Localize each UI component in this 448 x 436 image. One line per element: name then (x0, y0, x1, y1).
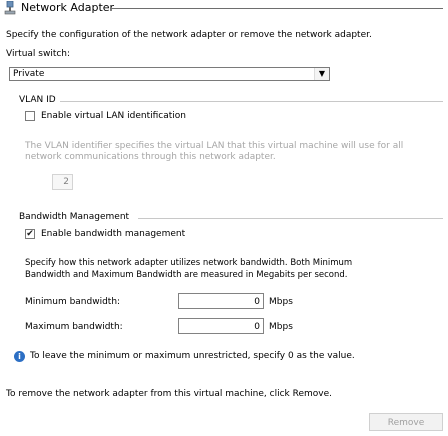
remove-button[interactable]: Remove (369, 413, 443, 431)
vlan-id-input[interactable]: 2 (52, 174, 73, 190)
bandwidth-info-text: To leave the minimum or maximum unrestri… (30, 351, 355, 361)
virtual-switch-select[interactable]: Private ▼ (9, 67, 330, 81)
vlan-section-divider (60, 101, 443, 102)
network-adapter-icon (4, 0, 16, 15)
bandwidth-help-line1: Specify how this network adapter utilize… (25, 258, 353, 268)
description-text: Specify the configuration of the network… (6, 30, 372, 40)
page-title: Network Adapter (21, 1, 115, 14)
virtual-switch-label: Virtual switch: (6, 49, 71, 59)
enable-bandwidth-checkbox[interactable]: ✔ (25, 229, 35, 239)
maximum-bandwidth-label: Maximum bandwidth: (25, 322, 123, 332)
remove-instructions: To remove the network adapter from this … (6, 389, 332, 399)
minimum-bandwidth-unit: Mbps (269, 297, 293, 307)
vlan-help-line2: network communications through this netw… (25, 152, 276, 162)
bandwidth-help-line2: Bandwidth and Maximum Bandwidth are meas… (25, 270, 348, 280)
enable-bandwidth-label: Enable bandwidth management (41, 229, 186, 239)
virtual-switch-value: Private (13, 69, 45, 79)
maximum-bandwidth-unit: Mbps (269, 322, 293, 332)
bandwidth-section-divider (138, 218, 443, 219)
maximum-bandwidth-input[interactable]: 0 (178, 318, 264, 334)
info-icon: i (14, 351, 25, 362)
minimum-bandwidth-input[interactable]: 0 (178, 293, 264, 309)
chevron-down-icon[interactable]: ▼ (314, 68, 329, 80)
bandwidth-section-title: Bandwidth Management (19, 212, 130, 222)
minimum-bandwidth-label: Minimum bandwidth: (25, 297, 121, 307)
enable-vlan-checkbox[interactable] (25, 111, 35, 121)
header-divider (110, 8, 443, 9)
enable-vlan-label: Enable virtual LAN identification (41, 111, 186, 121)
vlan-section-title: VLAN ID (19, 95, 56, 105)
